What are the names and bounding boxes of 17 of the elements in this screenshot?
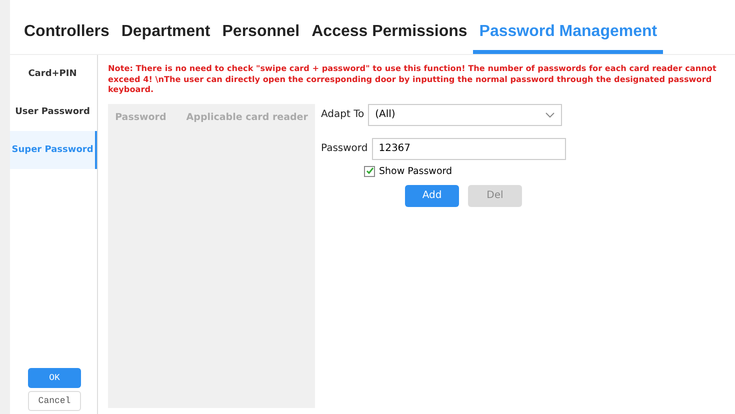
tab[interactable]: Access Permissions (306, 23, 474, 54)
sidebar-item[interactable]: Card+PIN (10, 55, 97, 93)
column-header: Applicable card reader (186, 112, 308, 122)
cancel-button[interactable]: Cancel (28, 391, 81, 411)
column-header: Password (115, 112, 166, 122)
sidebar-item[interactable]: User Password (10, 93, 97, 131)
show-password-checkbox[interactable]: Show Password (364, 166, 566, 176)
adapt-to-dropdown[interactable]: (All) (368, 104, 562, 126)
tab[interactable]: Controllers (18, 23, 116, 54)
field-label: Adapt To (321, 109, 364, 120)
checkbox[interactable] (364, 166, 375, 176)
tab[interactable]: Department (115, 23, 216, 54)
tab[interactable]: Personnel (216, 23, 306, 54)
warning-note: Note: There is no need to check "swipe card + password" to use this function! The number of passwords for each card reader cannot exceed 4! \nThe user can directly open the corresponding door by inputting the normal password through the designated password keyboard. (108, 63, 718, 94)
password-field[interactable]: 12367 (372, 138, 566, 160)
field-label: Password (321, 143, 368, 154)
chevron-icon (545, 112, 556, 118)
